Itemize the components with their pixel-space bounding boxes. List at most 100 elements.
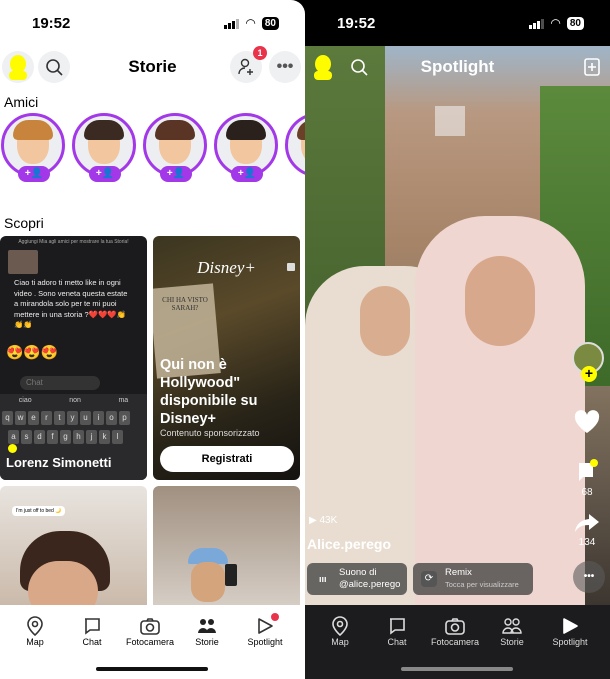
remix-subtitle: Tocca per visualizzare [445, 580, 519, 589]
sound-author: @alice.perego [339, 579, 401, 590]
home-indicator [96, 667, 208, 671]
key: j [86, 430, 97, 444]
ad-headline: Qui non è Hollywood" disponibile su Disn… [160, 357, 258, 427]
add-post-icon [584, 58, 600, 76]
battery-indicator: 80 [566, 16, 584, 30]
key: y [67, 411, 78, 425]
discover-card-disney-ad[interactable]: CHI HA VISTO SARAH? Disney+ Qui non è Ho… [153, 236, 300, 480]
card-creator-name: Lorenz Simonetti [6, 455, 112, 470]
tab-camera[interactable]: Fotocamera [425, 615, 485, 647]
notification-dot [271, 613, 279, 621]
chat-icon [85, 618, 100, 635]
tab-label: Fotocamera [125, 637, 175, 647]
friend-story[interactable] [285, 113, 305, 177]
add-friend-button[interactable]: 1 [230, 46, 267, 83]
tab-map[interactable]: Map [310, 615, 370, 647]
signal-icon [529, 18, 545, 29]
signal-icon [224, 18, 240, 29]
tab-stories[interactable]: Storie [482, 615, 542, 647]
sound-label: Suono di [339, 567, 377, 578]
tab-chat[interactable]: Chat [367, 615, 427, 647]
tab-camera[interactable]: Fotocamera [120, 615, 180, 647]
key: a [8, 430, 19, 444]
poster-text: CHI HA VISTO SARAH? [162, 296, 208, 312]
creator-avatar[interactable]: + [572, 342, 604, 382]
keyboard-suggestion: non [69, 397, 81, 404]
more-icon: ••• [583, 571, 595, 582]
card-caption: I'm just off to bed 🌙 [12, 506, 66, 516]
more-options-button[interactable]: ••• [573, 561, 605, 593]
map-pin-icon [332, 616, 348, 636]
chat-icon [390, 618, 405, 635]
more-options-button[interactable]: ••• [269, 51, 301, 83]
tab-spotlight[interactable]: Spotlight [540, 615, 600, 647]
creator-username[interactable]: Alice.perego [307, 536, 391, 552]
key: h [73, 430, 84, 444]
heart-icon [574, 410, 600, 433]
tab-stories[interactable]: Storie [177, 615, 237, 647]
remix-icon: ⟳ [421, 571, 437, 587]
add-friend-chip[interactable]: +👤 [89, 166, 121, 182]
tab-label: Storie [500, 637, 524, 647]
more-icon: ••• [276, 58, 294, 75]
friend-story[interactable]: +👤 [72, 113, 136, 182]
keyboard-suggestion: ciao [18, 397, 32, 404]
tab-label: Fotocamera [430, 637, 480, 647]
status-time: 19:52 [32, 15, 71, 32]
stories-screen: 19:52 ◠ 80 Storie 1 ••• Amici +👤 +👤 +👤 +… [0, 0, 305, 679]
tab-chat[interactable]: Chat [62, 615, 122, 647]
like-button[interactable] [572, 410, 602, 437]
wifi-icon: ◠ [245, 16, 256, 30]
key: o [106, 411, 117, 425]
camera-icon [140, 618, 160, 635]
key: d [34, 430, 45, 444]
remix-button[interactable]: ⟳ Remix Tocca per visualizzare [413, 563, 533, 595]
spotlight-screen: 19:52 ◠ 80 Spotlight + 68 134 ••• ▶ 43K … [305, 0, 610, 679]
add-friend-chip[interactable]: +👤 [231, 166, 263, 182]
key: g [60, 430, 71, 444]
discover-card-lorenz[interactable]: Aggiungi Mia agli amici per mostrare la … [0, 236, 147, 480]
follow-plus-icon[interactable]: + [581, 366, 597, 382]
battery-indicator: 80 [261, 16, 279, 30]
add-friend-chip[interactable]: +👤 [160, 166, 192, 182]
friend-story[interactable]: +👤 [1, 113, 65, 182]
key: q [2, 411, 13, 425]
tab-label: Chat [387, 637, 407, 647]
key: l [112, 430, 123, 444]
map-pin-icon [27, 616, 43, 636]
key: i [93, 411, 104, 425]
tab-spotlight[interactable]: Spotlight [235, 613, 295, 647]
key: p [119, 411, 130, 425]
tab-map[interactable]: Map [5, 615, 65, 647]
chat-emojis: 😍😍😍 [6, 344, 59, 360]
key: r [41, 411, 52, 425]
discover-card[interactable]: I'm just off to bed 🌙 [0, 486, 147, 611]
add-friend-icon [238, 58, 253, 75]
chat-input: Chat [20, 376, 100, 390]
friend-story[interactable]: +👤 [143, 113, 207, 182]
key: s [21, 430, 32, 444]
spotlight-video[interactable] [305, 46, 610, 606]
star-icon [8, 444, 17, 453]
tab-label: Spotlight [247, 637, 283, 647]
wifi-icon: ◠ [550, 16, 561, 30]
register-button[interactable]: Registrati [160, 446, 294, 472]
discover-card[interactable] [153, 486, 300, 611]
comment-icon [578, 459, 598, 481]
stories-icon [502, 618, 522, 634]
disney-plus-logo: Disney+ [197, 258, 256, 277]
key: k [99, 430, 110, 444]
camera-icon [445, 618, 465, 635]
tab-label: Storie [195, 637, 219, 647]
tab-label: Map [26, 637, 44, 647]
key: t [54, 411, 65, 425]
create-button[interactable] [576, 51, 608, 83]
add-friend-chip[interactable]: +👤 [18, 166, 50, 182]
ad-info-icon[interactable] [287, 263, 295, 271]
comments-button[interactable]: 68 [572, 458, 602, 498]
key: w [15, 411, 26, 425]
page-title: Spotlight [420, 57, 495, 76]
share-button[interactable]: 134 [572, 512, 602, 548]
sound-button[interactable]: ııı Suono di @alice.perego [307, 563, 407, 595]
friend-story[interactable]: +👤 [214, 113, 278, 182]
